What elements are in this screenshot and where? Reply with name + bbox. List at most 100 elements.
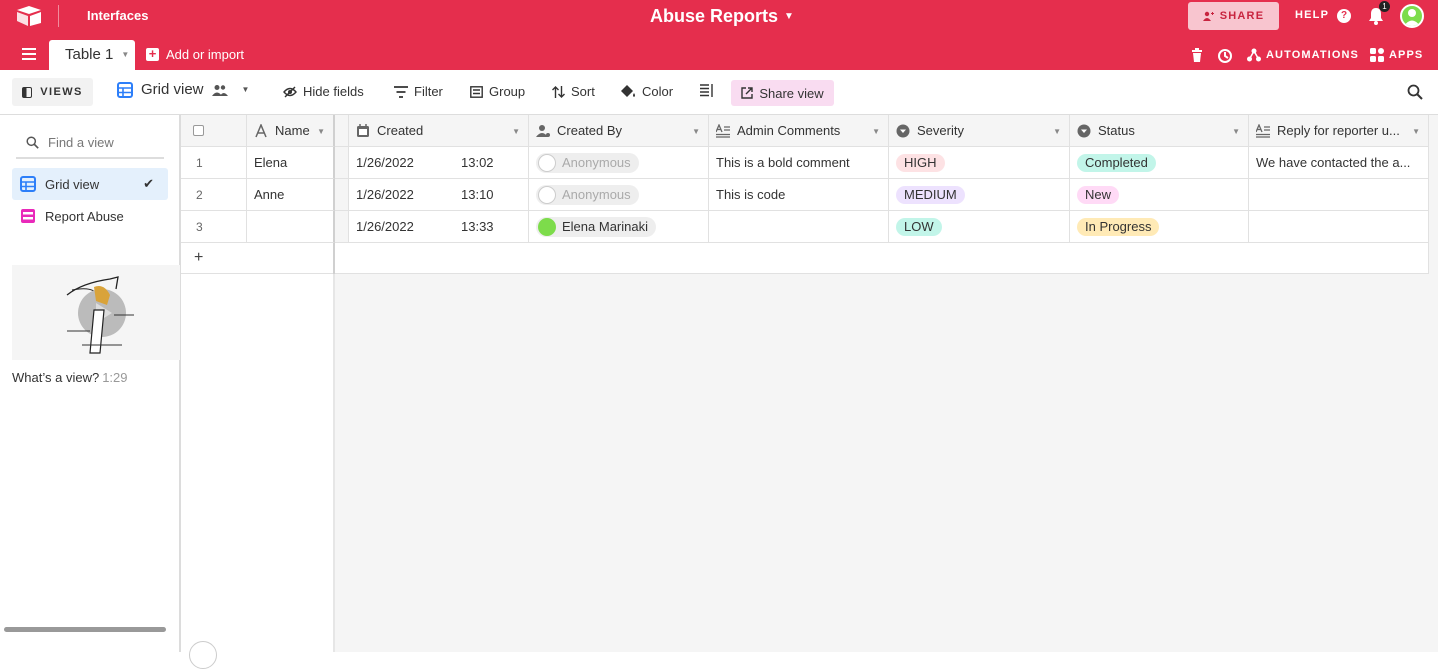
chevron-down-icon[interactable]: ▼: [121, 50, 129, 59]
chevron-down-icon[interactable]: ▼: [512, 127, 520, 136]
hide-fields-button[interactable]: Hide fields: [283, 84, 364, 99]
user-icon: [1404, 9, 1420, 26]
history-icon[interactable]: [1217, 48, 1233, 64]
share-view-button[interactable]: Share view: [731, 80, 834, 106]
chevron-down-icon[interactable]: ▼: [692, 127, 700, 136]
cell-created-by[interactable]: Elena Marinaki: [529, 211, 709, 243]
color-button[interactable]: Color: [621, 84, 673, 99]
hide-fields-label: Hide fields: [303, 84, 364, 99]
chevron-down-icon[interactable]: ▼: [242, 85, 250, 94]
share-button[interactable]: SHARE: [1188, 2, 1279, 30]
user-pill: Anonymous: [536, 184, 639, 205]
form-icon: [21, 209, 35, 223]
base-title-text: Abuse Reports: [650, 6, 779, 26]
summary-bar-button[interactable]: [189, 641, 217, 669]
cell-created-by[interactable]: Anonymous: [529, 147, 709, 179]
column-header-severity[interactable]: Severity ▼: [889, 115, 1070, 147]
cell-reply[interactable]: [1249, 211, 1429, 243]
airtable-logo-icon[interactable]: [16, 5, 42, 27]
question-icon[interactable]: ?: [1337, 9, 1351, 23]
tab-table-1[interactable]: Table 1 ▼: [49, 40, 135, 70]
eye-off-icon: [283, 86, 297, 97]
views-toggle-button[interactable]: VIEWS: [12, 78, 93, 106]
sidebar-item-report-abuse[interactable]: Report Abuse: [12, 200, 168, 232]
cell-severity[interactable]: LOW: [889, 211, 1070, 243]
video-caption[interactable]: What’s a view? 1:29: [12, 370, 128, 385]
column-header-label: Status: [1098, 123, 1135, 138]
sidebar-item-label: Grid view: [45, 176, 100, 192]
column-header-admin-comments[interactable]: Admin Comments ▼: [709, 115, 889, 147]
menu-icon[interactable]: [22, 48, 36, 60]
chevron-down-icon[interactable]: ▼: [872, 127, 880, 136]
automation-icon: [1247, 48, 1261, 62]
column-header-created-by[interactable]: Created By ▼: [529, 115, 709, 147]
user-avatar[interactable]: [1400, 4, 1424, 28]
search-icon[interactable]: [1407, 84, 1423, 100]
table-row[interactable]: 1 Elena 1/26/2022 13:02 Anonymous This is…: [181, 147, 1429, 179]
cell-created[interactable]: 1/26/2022 13:02: [349, 147, 529, 179]
sidebar-scrollbar[interactable]: [4, 627, 166, 632]
interfaces-link[interactable]: Interfaces: [87, 8, 148, 23]
cell-severity[interactable]: HIGH: [889, 147, 1070, 179]
sidebar-toggle-icon: [22, 86, 33, 98]
base-title[interactable]: Abuse Reports ▼: [650, 6, 794, 27]
help-link[interactable]: HELP: [1295, 9, 1329, 21]
cell-status[interactable]: Completed: [1070, 147, 1249, 179]
cell-name[interactable]: [247, 211, 335, 243]
chevron-down-icon[interactable]: ▼: [1412, 127, 1420, 136]
column-header-label: Reply for reporter u...: [1277, 123, 1400, 138]
column-header-created[interactable]: Created ▼: [349, 115, 529, 147]
external-link-icon: [741, 87, 754, 99]
column-header-reply[interactable]: Reply for reporter u... ▼: [1249, 115, 1429, 147]
table-row[interactable]: 3 1/26/2022 13:33 Elena Marinaki LOW In P…: [181, 211, 1429, 243]
cell-severity[interactable]: MEDIUM: [889, 179, 1070, 211]
grid-area: Name ▼ Created ▼ Created By ▼ Admin Comm…: [181, 115, 1438, 669]
column-header-status[interactable]: Status ▼: [1070, 115, 1249, 147]
checkbox[interactable]: [193, 125, 204, 136]
find-view-input[interactable]: Find a view: [16, 127, 164, 159]
user-pill: Elena Marinaki: [536, 216, 656, 237]
video-duration: 1:29: [102, 370, 128, 385]
automations-button[interactable]: AUTOMATIONS: [1247, 48, 1359, 62]
select-all-checkbox[interactable]: [181, 115, 247, 147]
cell-time: 13:33: [461, 219, 494, 234]
trash-icon[interactable]: [1191, 48, 1203, 62]
search-icon: [26, 135, 39, 149]
sidebar-item-label: Report Abuse: [45, 208, 124, 224]
cell-status[interactable]: New: [1070, 179, 1249, 211]
filter-button[interactable]: Filter: [394, 84, 443, 99]
cell-name[interactable]: Elena: [247, 147, 335, 179]
group-button[interactable]: Group: [470, 84, 525, 99]
find-view-placeholder: Find a view: [48, 134, 114, 150]
video-caption-label: What’s a view?: [12, 370, 100, 385]
row-height-icon[interactable]: [700, 84, 714, 97]
chevron-down-icon[interactable]: ▼: [1053, 127, 1061, 136]
severity-badge: LOW: [896, 217, 942, 236]
grid-icon: [20, 176, 36, 192]
chevron-down-icon[interactable]: ▼: [1232, 127, 1240, 136]
cell-status[interactable]: In Progress: [1070, 211, 1249, 243]
plus-icon: +: [146, 47, 159, 61]
column-header-label: Name: [275, 123, 310, 138]
cell-name[interactable]: Anne: [247, 179, 335, 211]
cell-created-by[interactable]: Anonymous: [529, 179, 709, 211]
cell-admin-comments[interactable]: [709, 211, 889, 243]
column-header-name[interactable]: Name ▼: [247, 115, 335, 147]
sort-button[interactable]: Sort: [552, 84, 595, 99]
add-row-button[interactable]: +: [181, 243, 1429, 274]
cell-reply[interactable]: We have contacted the a...: [1249, 147, 1429, 179]
severity-badge: MEDIUM: [896, 185, 965, 204]
cell-reply[interactable]: [1249, 179, 1429, 211]
cell-admin-comments[interactable]: This is a bold comment: [709, 147, 889, 179]
apps-button[interactable]: APPS: [1370, 48, 1423, 62]
long-text-icon: [716, 123, 730, 138]
sidebar-item-grid-view[interactable]: Grid view ✔: [12, 168, 168, 200]
video-thumbnail[interactable]: [12, 265, 180, 360]
add-or-import-button[interactable]: + Add or import: [146, 47, 244, 62]
cell-created[interactable]: 1/26/2022 13:33: [349, 211, 529, 243]
table-row[interactable]: 2 Anne 1/26/2022 13:10 Anonymous This is …: [181, 179, 1429, 211]
chevron-down-icon[interactable]: ▼: [317, 127, 325, 136]
cell-created[interactable]: 1/26/2022 13:10: [349, 179, 529, 211]
current-view-selector[interactable]: Grid view ▼: [117, 81, 249, 98]
cell-admin-comments[interactable]: This is code: [709, 179, 889, 211]
